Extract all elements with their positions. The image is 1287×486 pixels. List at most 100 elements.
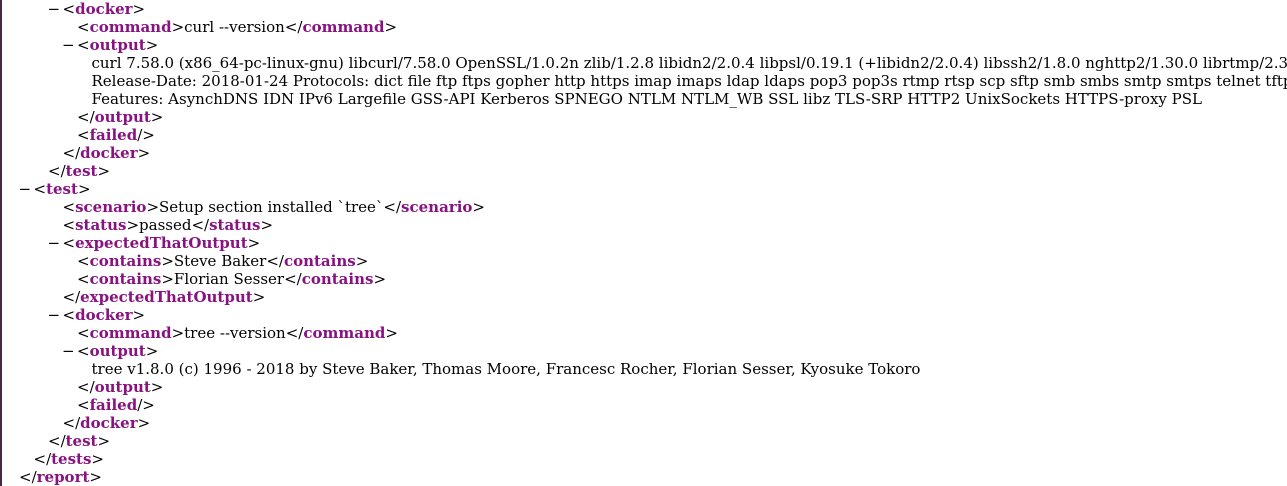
xml-line: </report> bbox=[19, 468, 102, 486]
tag-bracket: > bbox=[252, 288, 266, 306]
tag-bracket: < bbox=[62, 306, 76, 324]
tag-bracket: </ bbox=[284, 18, 303, 36]
tag-bracket: < bbox=[62, 0, 76, 18]
collapse-toggle-icon[interactable]: − bbox=[48, 0, 63, 18]
element-text: Setup section installed `tree` bbox=[159, 198, 384, 216]
close-tag-name: contains bbox=[301, 270, 374, 288]
tag-bracket: > bbox=[97, 162, 111, 180]
tag-bracket: > bbox=[146, 198, 160, 216]
collapse-toggle-icon[interactable]: − bbox=[48, 306, 63, 324]
xml-line: − <docker> bbox=[48, 0, 146, 18]
close-tag-name: docker bbox=[80, 144, 138, 162]
xml-line: <command>tree --version</command> bbox=[77, 324, 398, 342]
close-tag-name: report bbox=[36, 468, 90, 486]
open-tag-name: docker bbox=[75, 0, 133, 18]
collapse-toggle-icon[interactable]: − bbox=[19, 180, 34, 198]
collapse-toggle-icon[interactable]: − bbox=[62, 36, 77, 54]
tag-bracket: > bbox=[355, 252, 369, 270]
close-tag-name: status bbox=[209, 216, 261, 234]
tag-bracket: < bbox=[62, 198, 76, 216]
tag-bracket: > bbox=[161, 252, 174, 270]
close-tag-name: output bbox=[94, 378, 151, 396]
open-tag-name: scenario bbox=[75, 198, 147, 216]
xml-line: − <output> bbox=[62, 342, 158, 360]
tag-bracket: < bbox=[77, 36, 90, 54]
xml-line: </tests> bbox=[34, 450, 105, 468]
open-tag-name: command bbox=[89, 18, 172, 36]
collapse-toggle-icon[interactable]: − bbox=[62, 342, 77, 360]
xml-line: − <docker> bbox=[48, 306, 146, 324]
tag-bracket: </ bbox=[383, 198, 402, 216]
tag-bracket: > bbox=[171, 18, 185, 36]
tag-bracket: > bbox=[89, 468, 102, 486]
tag-bracket: < bbox=[33, 180, 47, 198]
tag-bracket: < bbox=[77, 270, 90, 288]
tag-bracket: </ bbox=[77, 378, 95, 396]
tag-bracket: < bbox=[77, 324, 90, 342]
close-tag-name: test bbox=[65, 162, 98, 180]
tag-bracket: </ bbox=[62, 288, 81, 306]
tag-bracket: > bbox=[247, 234, 261, 252]
xml-line: tree v1.8.0 (c) 1996 - 2018 by Steve Bak… bbox=[92, 360, 921, 378]
close-tag-name: output bbox=[94, 108, 151, 126]
xml-line: </test> bbox=[48, 162, 110, 180]
tag-bracket: > bbox=[373, 270, 387, 288]
tag-bracket: > bbox=[132, 306, 146, 324]
tag-bracket: </ bbox=[284, 270, 302, 288]
element-text: tree v1.8.0 (c) 1996 - 2018 by Steve Bak… bbox=[91, 360, 921, 378]
tag-bracket: </ bbox=[33, 450, 52, 468]
xml-line: <command>curl --version</command> bbox=[77, 18, 397, 36]
tag-bracket: > bbox=[171, 324, 185, 342]
tag-bracket: > bbox=[384, 18, 398, 36]
tag-bracket: > bbox=[97, 432, 111, 450]
tag-bracket: /> bbox=[137, 126, 155, 144]
close-tag-name: docker bbox=[80, 414, 138, 432]
close-tag-name: scenario bbox=[401, 198, 473, 216]
collapse-toggle-icon[interactable]: − bbox=[48, 234, 63, 252]
open-tag-name: output bbox=[89, 36, 146, 54]
tag-bracket: </ bbox=[285, 324, 304, 342]
tag-bracket: /> bbox=[137, 396, 155, 414]
tag-bracket: > bbox=[91, 450, 104, 468]
tag-bracket: </ bbox=[48, 432, 66, 450]
tag-bracket: > bbox=[145, 342, 159, 360]
tag-bracket: </ bbox=[77, 108, 95, 126]
tag-bracket: > bbox=[137, 144, 151, 162]
element-text: curl --version bbox=[184, 18, 285, 36]
element-text: passed bbox=[139, 216, 192, 234]
xml-line: <failed/> bbox=[77, 396, 155, 414]
tag-bracket: </ bbox=[19, 468, 37, 486]
xml-line: </output> bbox=[77, 108, 163, 126]
close-tag-name: expectedThatOutput bbox=[80, 288, 253, 306]
open-tag-name: contains bbox=[89, 252, 162, 270]
element-text: Features: AsynchDNS IDN IPv6 Largefile G… bbox=[91, 90, 1202, 108]
open-tag-name: command bbox=[89, 324, 172, 342]
element-text: Florian Sesser bbox=[173, 270, 285, 288]
xml-line: − <test> bbox=[19, 180, 91, 198]
element-text: Release-Date: 2018-01-24 Protocols: dict… bbox=[91, 72, 1287, 90]
element-text: curl 7.58.0 (x86_64-pc-linux-gnu) libcur… bbox=[91, 54, 1287, 72]
close-tag-name: command bbox=[302, 18, 385, 36]
xml-line: <contains>Steve Baker</contains> bbox=[77, 252, 368, 270]
xml-line: </docker> bbox=[63, 414, 151, 432]
close-tag-name: command bbox=[303, 324, 386, 342]
open-tag-name: docker bbox=[75, 306, 133, 324]
open-tag-name: status bbox=[75, 216, 127, 234]
xml-line: <contains>Florian Sesser</contains> bbox=[77, 270, 386, 288]
tag-bracket: </ bbox=[191, 216, 210, 234]
open-tag-name: output bbox=[89, 342, 146, 360]
xml-line: − <expectedThatOutput> bbox=[48, 234, 261, 252]
tag-bracket: > bbox=[150, 108, 164, 126]
xml-line: curl 7.58.0 (x86_64-pc-linux-gnu) libcur… bbox=[92, 54, 1287, 72]
close-tag-name: test bbox=[65, 432, 98, 450]
xml-line: Release-Date: 2018-01-24 Protocols: dict… bbox=[92, 72, 1287, 90]
xml-line: − <output> bbox=[62, 36, 158, 54]
open-tag-name: contains bbox=[89, 270, 162, 288]
tag-bracket: > bbox=[132, 0, 146, 18]
xml-line: </expectedThatOutput> bbox=[63, 288, 266, 306]
element-text: tree --version bbox=[184, 324, 286, 342]
open-tag-name: expectedThatOutput bbox=[75, 234, 248, 252]
tag-bracket: > bbox=[260, 216, 274, 234]
tag-bracket: </ bbox=[48, 162, 66, 180]
xml-line: </output> bbox=[77, 378, 163, 396]
